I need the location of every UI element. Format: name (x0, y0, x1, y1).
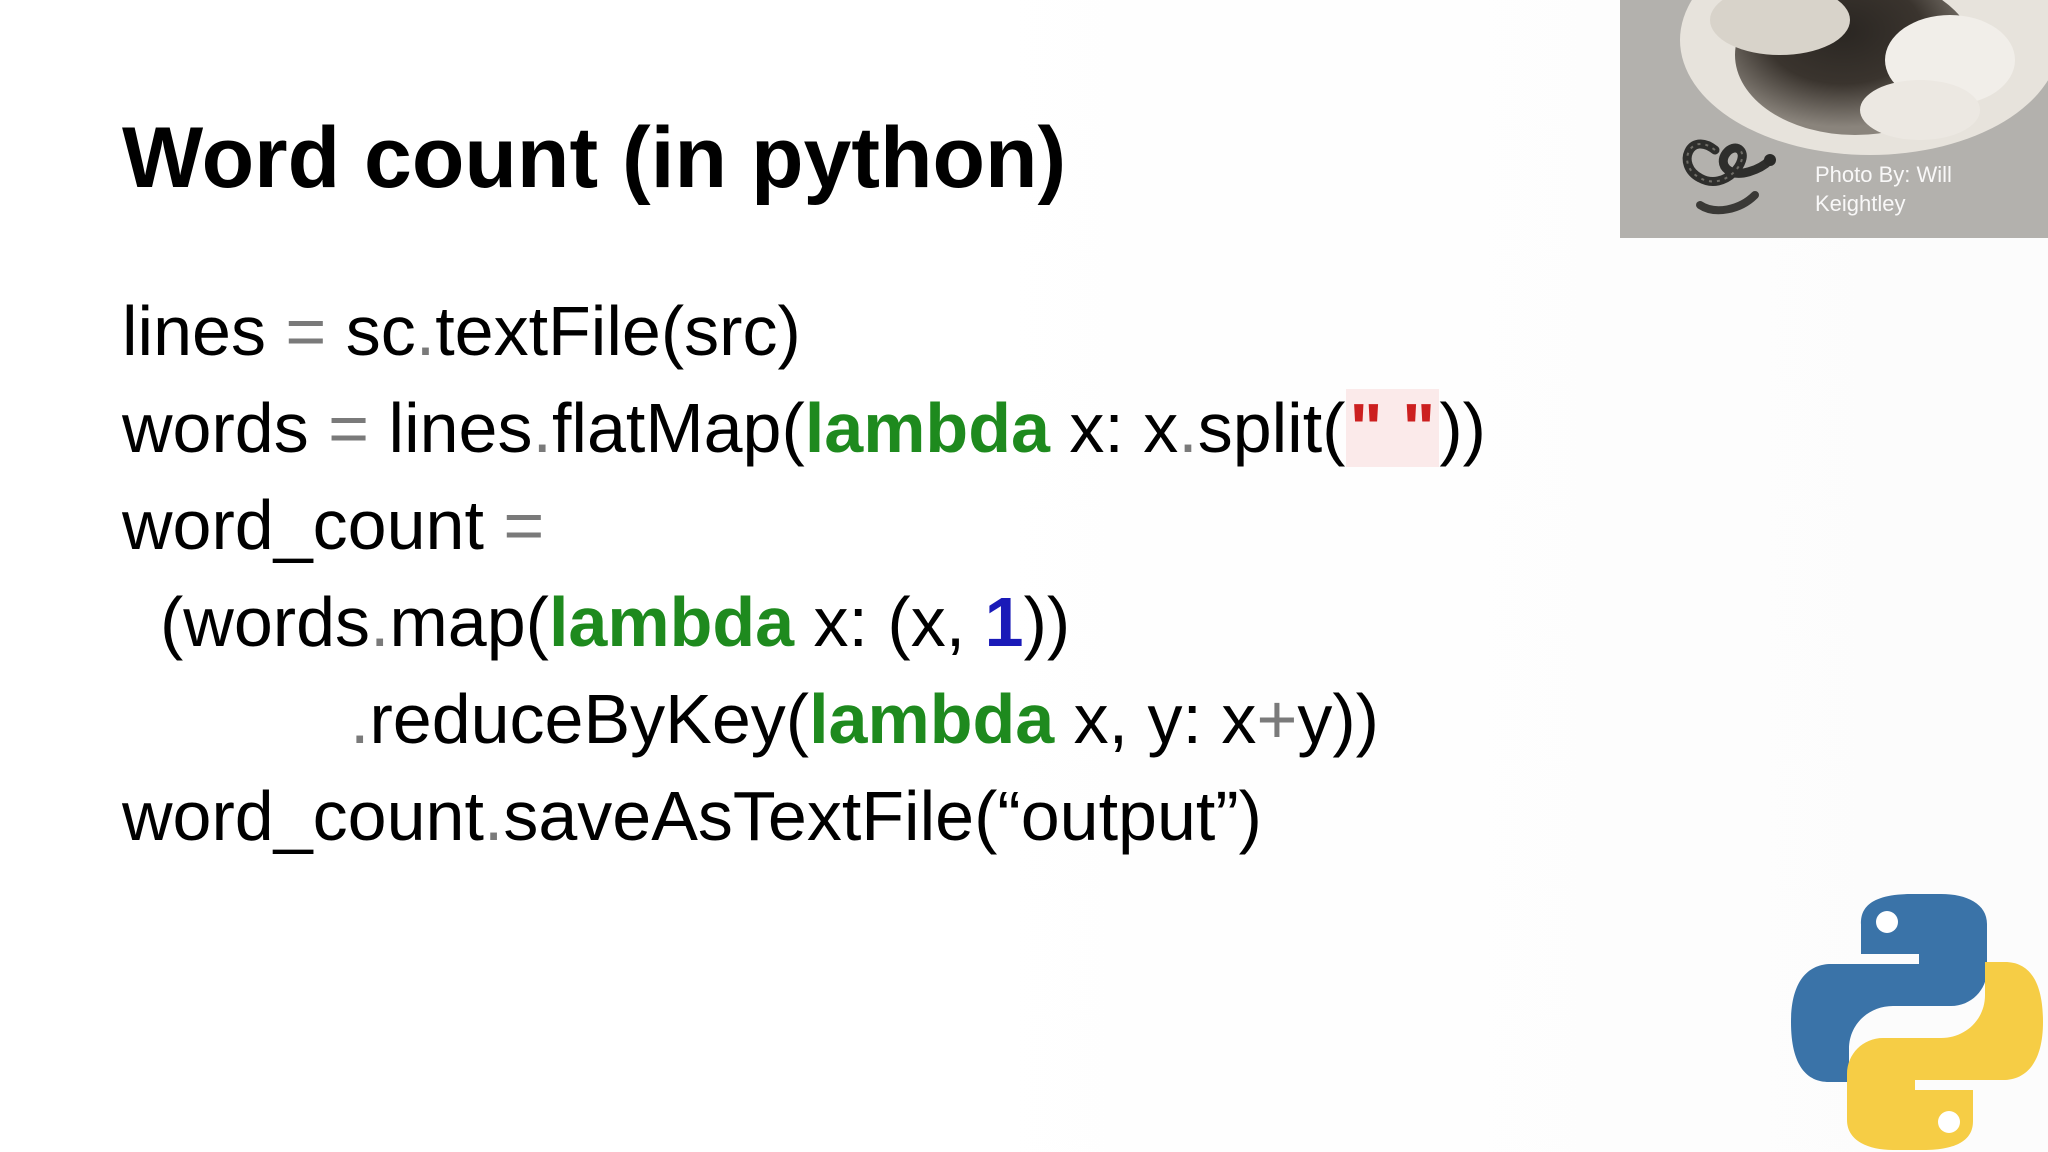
code-text: lines (122, 292, 286, 370)
code-text: word_count (122, 486, 504, 564)
slide-title: Word count (in python) (122, 110, 1067, 206)
code-dot: . (532, 389, 552, 467)
code-dot: . (483, 777, 504, 855)
code-text: sc (326, 292, 416, 370)
code-string: " " (1345, 389, 1440, 467)
code-text: )) (1439, 389, 1486, 467)
code-text: reduceByKey( (369, 680, 810, 758)
code-text: )) (1023, 583, 1071, 661)
code-text: flatMap( (551, 389, 805, 467)
code-text: x, y: x (1054, 680, 1257, 758)
code-line-2: words = lines.flatMap(lambda x: x.split(… (122, 380, 1486, 477)
code-dot: . (1178, 389, 1198, 467)
code-text: words (122, 389, 329, 467)
code-dot: . (370, 583, 390, 661)
code-text: x: x (1049, 389, 1179, 467)
code-operator: = (328, 389, 370, 467)
code-text: word_count (122, 777, 484, 855)
code-operator: + (1256, 680, 1298, 758)
code-keyword: lambda (548, 583, 795, 661)
code-line-5: .reduceByKey(lambda x, y: x+y)) (122, 671, 1486, 768)
python-logo-icon (1791, 894, 2043, 1150)
code-line-4: (words.map(lambda x: (x, 1)) (122, 574, 1486, 671)
code-text: lines (369, 389, 533, 467)
code-line-3: word_count = (122, 477, 1486, 574)
code-operator: = (285, 292, 327, 370)
code-text: map( (389, 583, 549, 661)
code-text: (words (160, 583, 371, 661)
code-text: textFile(src) (435, 292, 801, 370)
code-line-1: lines = sc.textFile(src) (122, 283, 1486, 380)
code-keyword: lambda (804, 389, 1050, 467)
code-text: saveAsTextFile(“output”) (503, 777, 1262, 855)
code-block: lines = sc.textFile(src) words = lines.f… (122, 283, 1486, 865)
code-operator: = (503, 486, 545, 564)
code-text: y)) (1297, 680, 1379, 758)
code-dot: . (415, 292, 436, 370)
photo-credit: Photo By: Will Keightley (1815, 162, 1952, 216)
code-keyword: lambda (809, 680, 1055, 758)
code-line-6: word_count.saveAsTextFile(“output”) (122, 768, 1486, 865)
code-dot: . (350, 680, 370, 758)
cat-snake-photo: Photo By: Will Keightley (1620, 0, 2048, 238)
code-number: 1 (984, 583, 1024, 661)
code-text: split( (1197, 389, 1346, 467)
code-text: x: (x, (794, 583, 985, 661)
